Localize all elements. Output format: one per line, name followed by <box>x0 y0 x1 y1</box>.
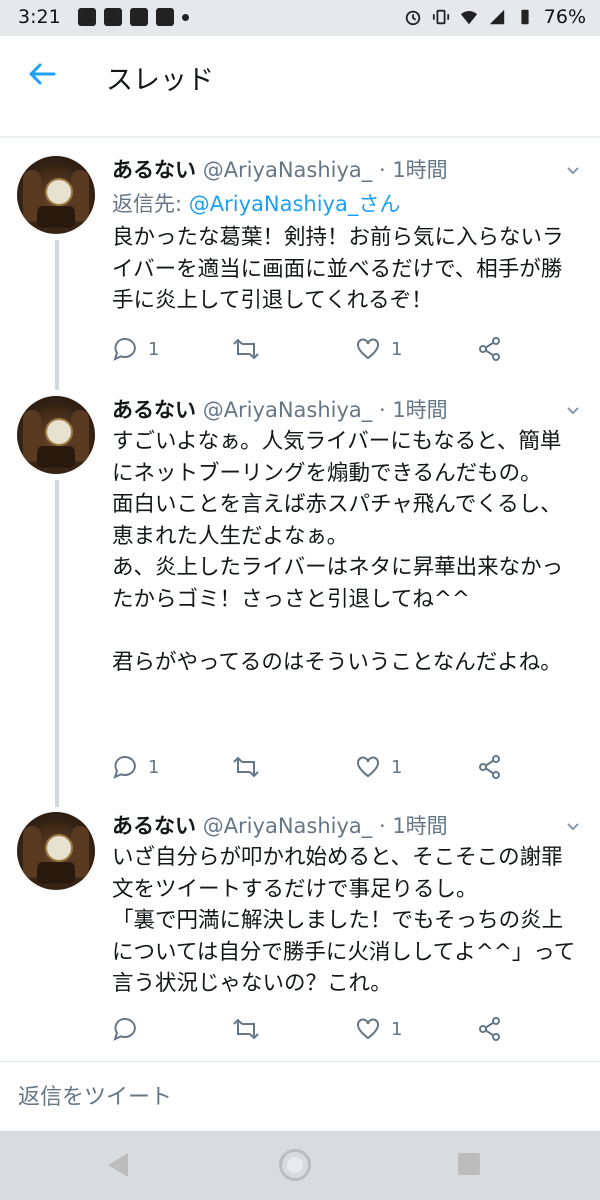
reply-icon <box>113 1018 136 1041</box>
reply-count: 1 <box>148 338 160 360</box>
tweet-header: あるない @AriyaNashiya_ · 1時間 <box>112 810 448 840</box>
news-icon <box>156 8 174 26</box>
avatar[interactable] <box>17 156 95 234</box>
reply-prefix: 返信先: <box>112 192 189 216</box>
reply-composer[interactable]: 返信をツイート <box>0 1063 600 1131</box>
gallery-icon <box>78 8 96 26</box>
tweet-text: すごいよなぁ。人気ライバーにもなると、簡単にネットブーリングを煽動できるんだもの… <box>112 429 564 675</box>
like-count: 1 <box>391 338 403 360</box>
app-header: スレッド <box>0 36 600 120</box>
status-bar: 3:21 76% <box>0 0 600 36</box>
tweet-actions: 1 <box>112 1016 532 1044</box>
tweet[interactable]: あるない @AriyaNashiya_ · 1時間 すごいよなぁ。人気ライバーに… <box>0 388 600 804</box>
tweet[interactable]: あるない @AriyaNashiya_ · 1時間 返信先: @AriyaNas… <box>0 140 600 388</box>
retweet-icon <box>233 756 259 778</box>
tweet-text: 良かったな葛葉！剣持！お前ら気に入らないライバーを適当に画面に並べるだけで、相手… <box>112 225 564 313</box>
reply-icon <box>113 338 136 361</box>
user-handle: @AriyaNashiya_ <box>202 814 373 838</box>
alarm-icon <box>405 10 420 26</box>
retweet-button[interactable] <box>232 336 270 362</box>
share-icon <box>479 1017 500 1041</box>
like-button[interactable]: 1 <box>355 336 402 362</box>
display-name[interactable]: あるない <box>112 814 196 838</box>
app-icon <box>104 8 122 26</box>
tweet[interactable]: あるない @AriyaNashiya_ · 1時間 いざ自分らが叩かれ始めると、… <box>0 804 600 1060</box>
avatar[interactable] <box>17 396 95 474</box>
system-icons: 76% <box>404 6 586 28</box>
share-icon <box>479 755 500 779</box>
reply-count: 1 <box>148 756 160 778</box>
back-arrow-icon[interactable] <box>26 58 58 90</box>
reply-button[interactable]: 1 <box>112 336 159 362</box>
user-handle: @AriyaNashiya_ <box>202 398 373 422</box>
tweet-actions: 1 1 <box>112 336 532 364</box>
retweet-icon <box>233 1018 259 1040</box>
vibrate-icon <box>432 9 449 25</box>
user-handle: @AriyaNashiya_ <box>202 158 373 182</box>
retweet-button[interactable] <box>232 754 270 780</box>
chevron-down-icon[interactable] <box>566 820 580 834</box>
battery-percent: 76% <box>543 6 586 28</box>
avatar[interactable] <box>17 812 95 890</box>
display-name[interactable]: あるない <box>112 158 196 182</box>
share-button[interactable] <box>478 336 502 362</box>
tweet-header: あるない @AriyaNashiya_ · 1時間 <box>112 394 448 424</box>
reply-button[interactable]: 1 <box>112 754 159 780</box>
retweet-button[interactable] <box>232 1016 270 1042</box>
heart-icon <box>357 338 379 360</box>
chevron-down-icon[interactable] <box>566 404 580 418</box>
share-button[interactable] <box>478 754 502 780</box>
instagram-icon <box>130 8 148 26</box>
like-button[interactable]: 1 <box>355 754 402 780</box>
nav-back-icon[interactable] <box>108 1153 128 1177</box>
like-button[interactable]: 1 <box>355 1016 402 1042</box>
like-count: 1 <box>391 1018 403 1040</box>
wifi-icon <box>460 11 477 25</box>
share-button[interactable] <box>478 1016 502 1042</box>
navigation-bar <box>0 1131 600 1200</box>
nav-home-icon[interactable] <box>279 1149 311 1181</box>
like-count: 1 <box>391 756 403 778</box>
more-notifications-icon <box>182 14 189 21</box>
tweet-actions: 1 1 <box>112 754 532 782</box>
tweet-time: · 1時間 <box>378 158 448 182</box>
reply-icon <box>113 756 136 779</box>
nav-recents-icon[interactable] <box>458 1153 480 1175</box>
tweet-time: · 1時間 <box>378 398 448 422</box>
reply-to-link[interactable]: @AriyaNashiya_さん <box>189 192 401 216</box>
notification-icons <box>78 8 189 26</box>
tweet-time: · 1時間 <box>378 814 448 838</box>
chevron-down-icon[interactable] <box>566 164 580 178</box>
reply-bar-divider <box>0 1061 600 1062</box>
display-name[interactable]: あるない <box>112 398 196 422</box>
tweet-header: あるない @AriyaNashiya_ · 1時間 <box>112 154 448 184</box>
reply-placeholder[interactable]: 返信をツイート <box>18 1079 172 1111</box>
tweet-text: いざ自分らが叩かれ始めると、そこそこの謝罪文をツイートするだけで事足りるし。 「… <box>112 845 576 996</box>
share-icon <box>479 337 500 361</box>
status-time: 3:21 <box>18 6 61 28</box>
reply-to-line: 返信先: @AriyaNashiya_さん <box>112 188 400 218</box>
heart-icon <box>357 1018 379 1040</box>
reply-button[interactable] <box>112 1016 148 1042</box>
page-title: スレッド <box>106 65 214 96</box>
retweet-icon <box>233 338 259 360</box>
battery-icon <box>521 9 529 25</box>
heart-icon <box>357 756 379 778</box>
signal-icon <box>489 9 504 25</box>
header-divider <box>0 136 600 138</box>
